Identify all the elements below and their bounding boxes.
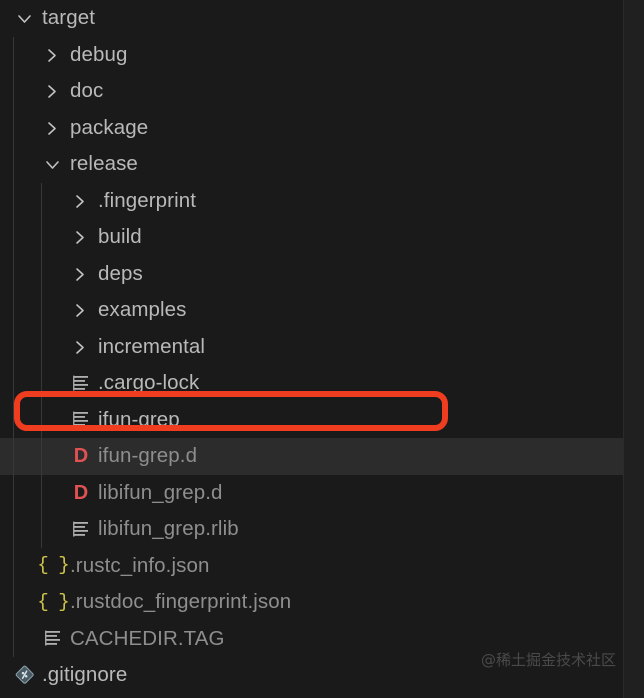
- indent-guide: [13, 547, 14, 584]
- tree-row-label: CACHEDIR.TAG: [70, 626, 225, 650]
- tree-row-label: libifun_grep.rlib: [98, 517, 239, 540]
- tree-row-label: examples: [98, 298, 187, 321]
- indent-guide: [41, 255, 42, 292]
- tree-row-label: deps: [98, 261, 143, 285]
- file-tree[interactable]: target debug doc package release .fingerprint…: [0, 0, 624, 698]
- indent-guide: [41, 365, 42, 402]
- tree-row-label: libifun_grep.d: [98, 480, 223, 504]
- indent-guide: [13, 620, 14, 657]
- indent-guide: [13, 511, 14, 548]
- chevron-right-icon[interactable]: [70, 227, 90, 247]
- tree-row[interactable]: .cargo-lock: [0, 365, 624, 402]
- tree-row-label: debug: [70, 42, 128, 66]
- indent-guide: [41, 182, 42, 219]
- indent-guide: [13, 73, 14, 110]
- json-file-icon: { }: [37, 590, 69, 613]
- chevron-right-icon[interactable]: [42, 81, 62, 101]
- json-file-icon: { }: [37, 554, 69, 577]
- indent-guide: [41, 474, 42, 511]
- indent-guide: [41, 219, 42, 256]
- tree-row-label: ifun-grep: [98, 407, 180, 431]
- tree-row[interactable]: build: [0, 219, 624, 256]
- indent-guide: [13, 401, 14, 438]
- chevron-right-icon[interactable]: [42, 118, 62, 138]
- tree-row-label: .cargo-lock: [98, 371, 200, 394]
- indent-guide: [13, 438, 14, 475]
- tree-row[interactable]: ifun-grep: [0, 401, 624, 438]
- file-explorer-panel: target debug doc package release .fingerprint…: [0, 0, 644, 698]
- indent-guide: [13, 365, 14, 402]
- tree-row-label: .fingerprint: [98, 188, 197, 212]
- tree-row-label: incremental: [98, 334, 206, 358]
- text-file-icon: [70, 518, 92, 540]
- tree-row-label: .rustc_info.json: [70, 553, 210, 577]
- tree-row[interactable]: package: [0, 109, 624, 146]
- indent-guide: [13, 36, 14, 73]
- indent-guide: [13, 146, 14, 183]
- tree-row-label: doc: [70, 79, 104, 102]
- tree-row[interactable]: debug: [0, 36, 624, 73]
- text-file-icon: [70, 409, 92, 431]
- tree-row[interactable]: { } .rustdoc_fingerprint.json: [0, 584, 624, 621]
- d-file-icon: D: [73, 445, 89, 468]
- tree-row[interactable]: { } .rustc_info.json: [0, 547, 624, 584]
- chevron-right-icon[interactable]: [70, 191, 90, 211]
- indent-guide: [13, 109, 14, 146]
- text-file-icon: [70, 372, 92, 394]
- chevron-right-icon[interactable]: [70, 337, 90, 357]
- tree-row[interactable]: Difun-grep.d: [0, 438, 624, 475]
- tree-row[interactable]: Cargo.lock: [0, 694, 624, 698]
- chevron-right-icon[interactable]: [42, 45, 62, 65]
- indent-guide: [13, 292, 14, 329]
- tree-row-label: package: [70, 115, 149, 139]
- tree-row-label: target: [42, 6, 96, 29]
- tree-row-label: ifun-grep.d: [98, 444, 198, 467]
- chevron-right-icon[interactable]: [70, 300, 90, 320]
- tree-row[interactable]: doc: [0, 73, 624, 110]
- indent-guide: [13, 328, 14, 365]
- tree-row[interactable]: libifun_grep.rlib: [0, 511, 624, 548]
- tree-row-label: .gitignore: [42, 663, 128, 686]
- tree-row[interactable]: release: [0, 146, 624, 183]
- tree-row[interactable]: examples: [0, 292, 624, 329]
- indent-guide: [13, 182, 14, 219]
- tree-row[interactable]: Dlibifun_grep.d: [0, 474, 624, 511]
- indent-guide: [41, 292, 42, 329]
- tree-row[interactable]: .fingerprint: [0, 182, 624, 219]
- indent-guide: [13, 584, 14, 621]
- indent-guide: [41, 328, 42, 365]
- git-file-icon: [14, 664, 36, 686]
- indent-guide: [41, 511, 42, 548]
- editor-gutter-strip: [623, 0, 644, 698]
- indent-guide: [13, 219, 14, 256]
- tree-row[interactable]: incremental: [0, 328, 624, 365]
- tree-row-label: release: [70, 152, 138, 175]
- tree-row-label: build: [98, 225, 142, 248]
- chevron-down-icon[interactable]: [14, 8, 34, 28]
- indent-guide: [13, 474, 14, 511]
- chevron-down-icon[interactable]: [42, 154, 62, 174]
- d-file-icon: D: [73, 481, 89, 504]
- indent-guide: [41, 401, 42, 438]
- text-file-icon: [42, 628, 64, 650]
- tree-row[interactable]: target: [0, 0, 624, 37]
- tree-row[interactable]: deps: [0, 255, 624, 292]
- tree-row-label: .rustdoc_fingerprint.json: [70, 590, 292, 613]
- chevron-right-icon[interactable]: [70, 264, 90, 284]
- indent-guide: [41, 438, 42, 475]
- indent-guide: [13, 255, 14, 292]
- watermark-text: @稀土掘金技术社区: [480, 651, 616, 669]
